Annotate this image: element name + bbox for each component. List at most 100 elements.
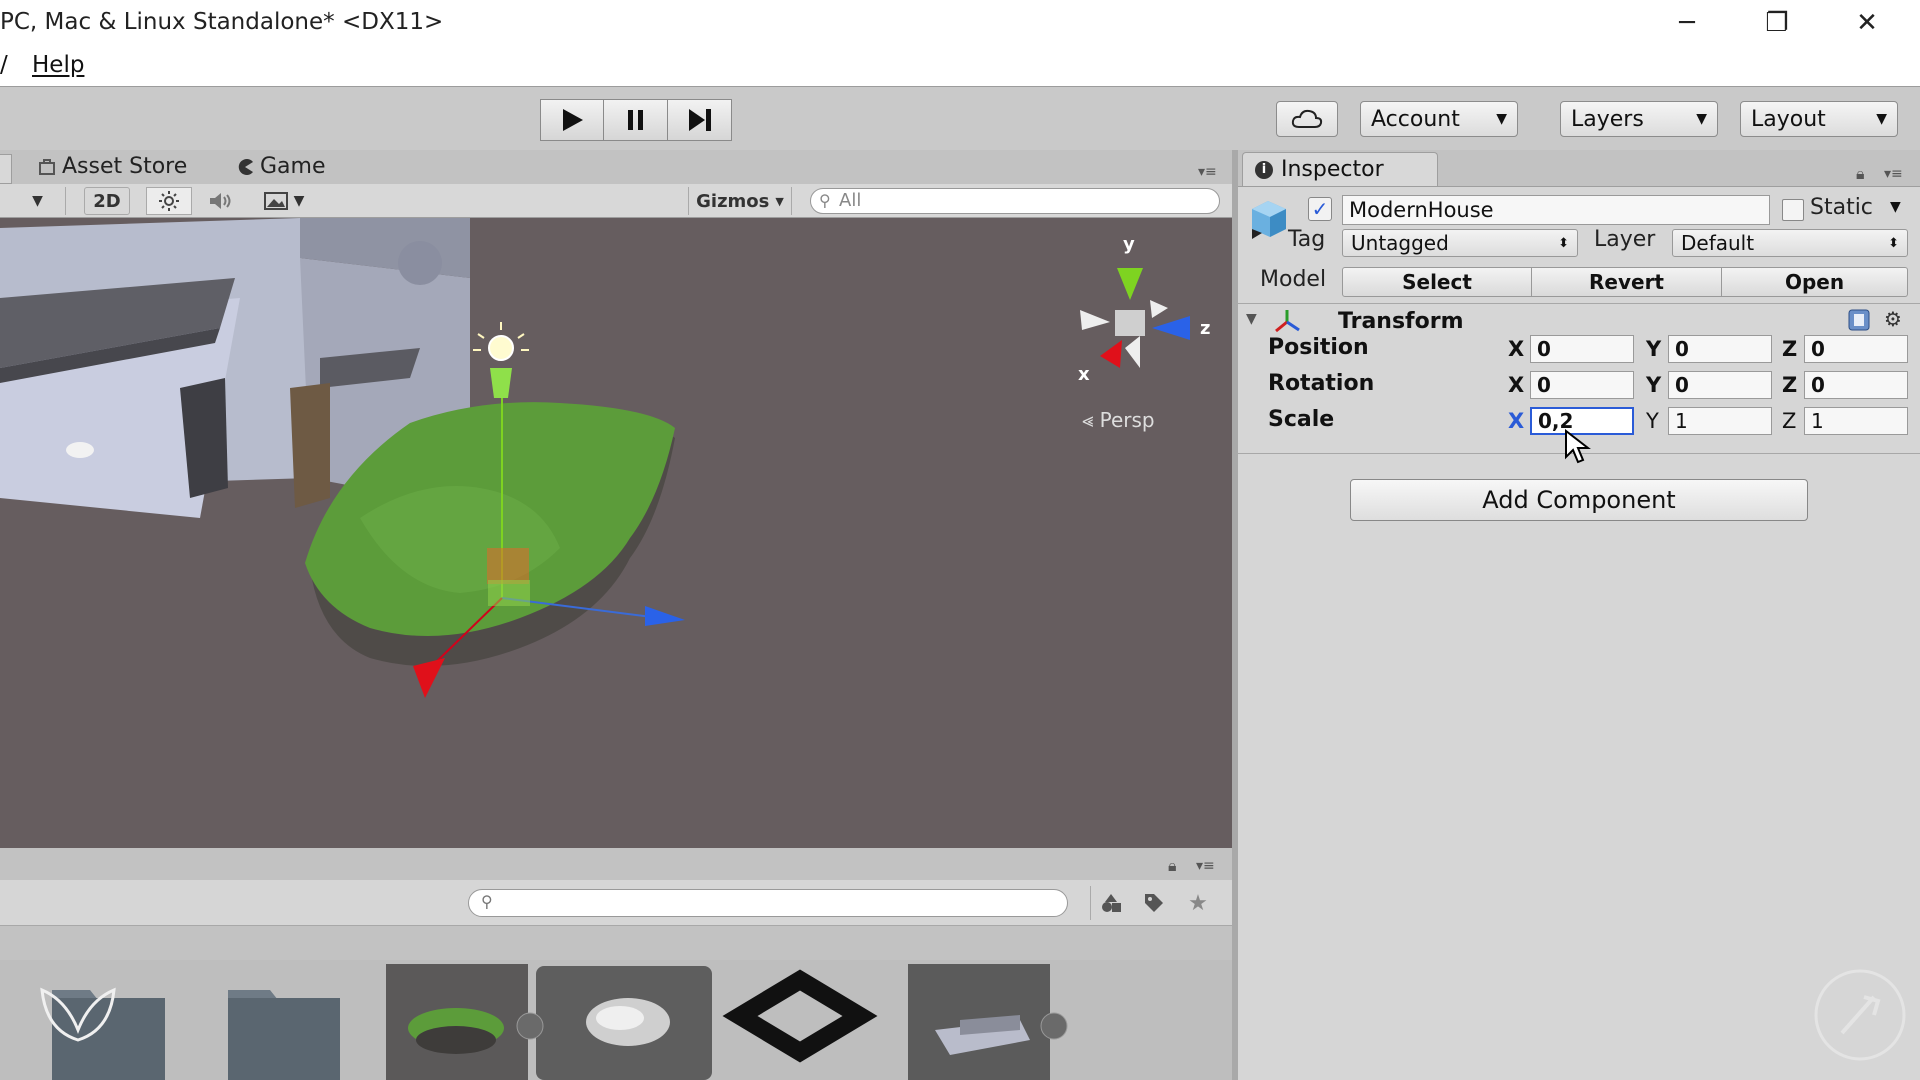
layer-label: Layer bbox=[1594, 227, 1656, 252]
restore-button[interactable]: ❐ bbox=[1732, 0, 1822, 46]
effects-dropdown[interactable]: ▼ bbox=[256, 187, 312, 215]
axis-x-label: X bbox=[1508, 337, 1525, 361]
rotation-z-field[interactable]: 0 bbox=[1804, 371, 1908, 399]
project-search-input[interactable]: ⚲ bbox=[468, 889, 1068, 917]
expand-arrow-icon[interactable] bbox=[1040, 1012, 1068, 1040]
layers-label: Layers bbox=[1571, 106, 1644, 132]
scene-render: y z x bbox=[0, 218, 1210, 698]
gear-icon[interactable]: ⚙ bbox=[1884, 307, 1902, 331]
lock-icon[interactable]: 🔒︎ bbox=[1168, 856, 1177, 876]
menu-bar: / Help bbox=[0, 46, 1920, 86]
panel-menu-icon[interactable]: ▾≡ bbox=[1198, 164, 1217, 180]
shading-mode-dropdown[interactable]: ▼ bbox=[0, 187, 66, 215]
lighting-toggle[interactable] bbox=[146, 187, 192, 215]
chevron-down-icon: ▼ bbox=[32, 193, 43, 209]
axis-z-label: Z bbox=[1782, 373, 1798, 397]
position-x-field[interactable]: 0 bbox=[1530, 335, 1634, 363]
layout-dropdown[interactable]: Layout ▼ bbox=[1740, 101, 1898, 137]
tab-inspector-label: Inspector bbox=[1281, 157, 1384, 182]
tag-dropdown[interactable]: Untagged ⬍ bbox=[1342, 229, 1578, 257]
model-select-button[interactable]: Select bbox=[1342, 267, 1532, 297]
account-dropdown[interactable]: Account ▼ bbox=[1360, 101, 1518, 137]
model-open-button[interactable]: Open bbox=[1722, 267, 1908, 297]
foldout-arrow-icon[interactable]: ▼ bbox=[1246, 311, 1257, 327]
rotation-label: Rotation bbox=[1268, 371, 1375, 396]
chevron-down-icon: ▼ bbox=[1496, 111, 1507, 127]
orientation-gizmo[interactable] bbox=[1080, 268, 1190, 368]
model-revert-button[interactable]: Revert bbox=[1532, 267, 1722, 297]
step-button[interactable] bbox=[668, 99, 732, 141]
watermark-logo bbox=[1814, 969, 1906, 1061]
close-icon: ✕ bbox=[1856, 8, 1878, 38]
scene-viewport[interactable]: y z x ⪡ Persp bbox=[0, 218, 1232, 848]
static-dropdown[interactable]: ▼ bbox=[1890, 199, 1901, 215]
pause-button[interactable] bbox=[604, 99, 668, 141]
layers-dropdown[interactable]: Layers ▼ bbox=[1560, 101, 1718, 137]
scene-tab-partial[interactable] bbox=[0, 154, 12, 184]
model-button-group: Select Revert Open bbox=[1342, 267, 1908, 297]
project-header: 🔒︎ ▾≡ bbox=[0, 850, 1232, 880]
menu-item-help[interactable]: Help bbox=[32, 52, 84, 78]
tag-value: Untagged bbox=[1351, 231, 1449, 255]
audio-toggle[interactable] bbox=[200, 187, 242, 215]
house-model-thumbnail[interactable] bbox=[908, 964, 1050, 1080]
unity-logo-icon[interactable] bbox=[722, 969, 878, 1063]
tab-asset-store[interactable]: Asset Store bbox=[38, 154, 187, 179]
playback-controls bbox=[540, 99, 732, 141]
panel-menu-icon[interactable]: ▾≡ bbox=[1196, 858, 1215, 874]
axis-z-label: Z bbox=[1782, 409, 1797, 433]
window-title: PC, Mac & Linux Standalone* <DX11> bbox=[0, 9, 444, 35]
project-panel: 🔒︎ ▾≡ ⚲ ★ bbox=[0, 850, 1232, 1080]
layout-label: Layout bbox=[1751, 106, 1826, 132]
cloud-button[interactable] bbox=[1276, 101, 1338, 137]
help-book-icon[interactable] bbox=[1846, 307, 1872, 333]
position-y-field[interactable]: 0 bbox=[1668, 335, 1772, 363]
static-checkbox[interactable] bbox=[1782, 199, 1804, 221]
layer-value: Default bbox=[1681, 231, 1755, 255]
updown-icon: ⬍ bbox=[1888, 235, 1899, 251]
menu-item-partial[interactable]: / bbox=[0, 52, 8, 78]
close-button[interactable]: ✕ bbox=[1822, 0, 1912, 46]
model-label: Model bbox=[1260, 267, 1327, 292]
favorites-button[interactable]: ★ bbox=[1178, 886, 1218, 920]
active-checkbox[interactable]: ✓ bbox=[1308, 197, 1332, 221]
2d-toggle[interactable]: 2D bbox=[84, 187, 130, 215]
filter-by-type-button[interactable] bbox=[1090, 886, 1130, 920]
transform-icon bbox=[1275, 310, 1300, 333]
gizmo-z-label: z bbox=[1200, 318, 1210, 339]
chevron-down-icon: ▼ bbox=[1876, 111, 1887, 127]
minimize-button[interactable]: ─ bbox=[1642, 0, 1732, 46]
scene-tab-bar: Asset Store Game ▾≡ bbox=[0, 150, 1232, 184]
scale-z-field[interactable]: 1 bbox=[1804, 407, 1908, 435]
perspective-toggle[interactable]: ⪡ Persp bbox=[1082, 408, 1155, 432]
search-icon: ⚲ bbox=[819, 191, 831, 210]
position-z-field[interactable]: 0 bbox=[1804, 335, 1908, 363]
tab-game[interactable]: Game bbox=[236, 154, 326, 179]
filter-by-label-button[interactable] bbox=[1134, 886, 1174, 920]
sun-icon bbox=[159, 191, 179, 211]
gizmos-dropdown[interactable]: Gizmos ▼ bbox=[688, 187, 792, 215]
play-button[interactable] bbox=[540, 99, 604, 141]
rotation-x-field[interactable]: 0 bbox=[1530, 371, 1634, 399]
speaker-icon bbox=[210, 193, 231, 209]
collapse-arrow-icon[interactable] bbox=[516, 1012, 544, 1040]
transform-title: Transform bbox=[1338, 309, 1464, 334]
axis-y-label: Y bbox=[1646, 409, 1659, 433]
play-icon bbox=[563, 109, 583, 131]
add-component-button[interactable]: Add Component bbox=[1350, 479, 1808, 521]
rock-model-thumbnail[interactable] bbox=[536, 966, 712, 1080]
rotation-y-field[interactable]: 0 bbox=[1668, 371, 1772, 399]
scale-y-field[interactable]: 1 bbox=[1668, 407, 1772, 435]
object-name-field[interactable]: ModernHouse bbox=[1342, 195, 1770, 225]
updown-icon: ⬍ bbox=[1558, 235, 1569, 251]
tab-inspector[interactable]: i Inspector bbox=[1242, 152, 1438, 186]
folder-icon[interactable] bbox=[228, 990, 340, 1080]
lock-icon[interactable]: 🔒︎ bbox=[1856, 164, 1865, 184]
layer-dropdown[interactable]: Default ⬍ bbox=[1672, 229, 1908, 257]
axis-z-label: Z bbox=[1782, 337, 1798, 361]
scene-search-input[interactable]: ⚲ All bbox=[810, 188, 1220, 214]
mouse-cursor-icon bbox=[1565, 429, 1591, 464]
panel-menu-icon[interactable]: ▾≡ bbox=[1884, 166, 1903, 182]
island-prefab-thumbnail[interactable] bbox=[386, 964, 528, 1080]
cloud-icon bbox=[1291, 109, 1323, 128]
